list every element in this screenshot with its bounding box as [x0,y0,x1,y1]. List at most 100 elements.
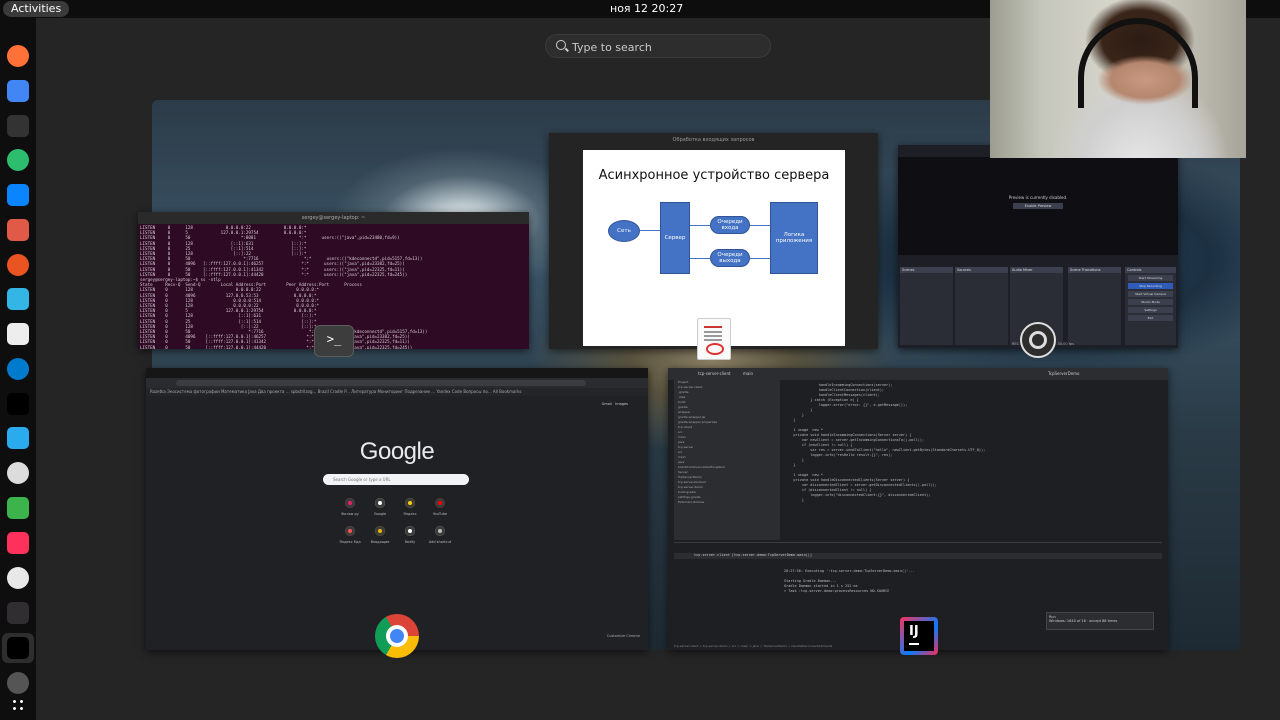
chrome-shortcut[interactable]: YouTube [428,498,452,516]
obs-icon[interactable] [7,602,29,624]
intellij-app-icon[interactable]: IJ [900,617,938,655]
chrome-header-links[interactable]: Gmail Images [602,402,628,406]
customize-chrome-button[interactable]: Customize Chrome [607,634,640,638]
activities-button[interactable]: Activities [3,1,70,17]
intellij-active-icon[interactable] [7,637,29,659]
remote-desktop-icon[interactable] [7,497,29,519]
google-search-box[interactable]: Search Google or type a URL [323,474,469,485]
obs-control-button[interactable]: Start Virtual Camera [1128,291,1173,297]
trash-icon[interactable] [7,672,29,694]
obs-panel-sources[interactable]: Sources [955,267,1008,345]
obs-panel-title: Scene Transitions [1070,268,1101,272]
document-viewer-icon[interactable] [7,567,29,589]
ide-notification[interactable]: Run Windows: 1640 of 16 · accept 88 time… [1046,612,1154,630]
terminal-icon[interactable] [7,115,29,137]
overview-search[interactable] [545,34,771,58]
files-icon[interactable] [7,219,29,241]
shortcut-label: Яндекс Еда [339,540,361,544]
chrome-window[interactable]: Rozetka Экосистема фотографии Математика… [146,368,648,650]
vscode-icon[interactable] [7,358,29,380]
chrome-shortcut[interactable]: Входящие [368,526,392,544]
tree-item[interactable]: External Libraries [678,500,780,505]
chrome-app-icon[interactable] [375,614,419,658]
document-viewer-icon[interactable] [697,318,731,360]
system-monitor-icon[interactable] [7,288,29,310]
intellij-window[interactable]: tcp-server-client main TcpServerDemo Pro… [668,368,1168,650]
app-center-icon[interactable] [7,254,29,276]
webcam-overlay [990,0,1246,158]
terminal-app-icon[interactable]: >_ [314,325,354,357]
chrome-tab-strip[interactable] [146,368,648,378]
chrome-shortcut[interactable]: Notify [398,526,422,544]
thunderbird-icon[interactable] [7,184,29,206]
chrome-icon[interactable] [7,80,29,102]
presentation-window[interactable]: Обработка входящих запросов Асинхронное … [549,133,878,349]
obs-control-button[interactable]: Exit [1128,315,1173,321]
shortcut-icon [435,526,445,536]
chrome-shortcut[interactable]: Add shortcut [428,526,452,544]
google-logo: Google [359,438,435,465]
slide-title: Асинхронное устройство сервера [598,168,830,183]
connector [690,258,710,259]
code-line[interactable]: } [785,498,1159,503]
dock [0,18,36,720]
shortcut-icon [375,498,385,508]
images-link[interactable]: Images [615,402,628,406]
obs-control-button[interactable]: Stop Recording [1128,283,1173,289]
app-grid-icon[interactable] [11,698,25,712]
output-queue-node: Очереди выхода [710,249,750,267]
shortcut-icon [405,498,415,508]
network-node: Сеть [608,220,640,242]
project-tree[interactable]: Project tcp-server-client .gradle .idea buil… [674,380,780,540]
shortcut-label: Add shortcut [428,540,452,544]
run-tab[interactable]: tcp-server-client [tcp-server-demo:TcpSe… [674,553,1162,559]
ide-project-name[interactable]: tcp-server-client [698,371,731,376]
obs-panel-title: Controls [1127,268,1142,272]
chrome-address-bar[interactable] [146,378,648,388]
intellij-icon[interactable] [7,393,29,415]
chrome-bookmarks-bar[interactable]: Rozetka Экосистема фотографии Математика… [146,388,648,396]
obs-panel-title: Audio Mixer [1012,268,1033,272]
ide-toolbar[interactable]: tcp-server-client main TcpServerDemo [668,368,1168,380]
shortcut-icon [345,498,355,508]
gmail-link[interactable]: Gmail [602,402,612,406]
obs-control-button[interactable]: Settings [1128,307,1173,313]
terminal-title: sergey@sergey-laptop: ~ [138,212,529,224]
obs-panel-controls[interactable]: Controls Start Streaming Stop Recording Sta… [1125,267,1176,345]
chrome-shortcut[interactable]: Фильм ру [338,498,362,516]
code-editor[interactable]: handleIncommingConnections(server); hand… [782,380,1162,540]
obs-control-button[interactable]: Start Streaming [1128,275,1173,281]
telegram-icon[interactable] [7,427,29,449]
ide-branch[interactable]: main [743,371,753,376]
notification-text: Windows: 1640 of 16 · accept 88 times [1049,619,1118,623]
shortcut-label: Notify [404,540,416,544]
obs-control-button[interactable]: Studio Mode [1128,299,1173,305]
shortcut-label: Фильм ру [341,512,359,516]
chrome-shortcut[interactable]: Яндекс Еда [338,526,362,544]
obs-panel-title: Sources [957,268,971,272]
ide-status-bar: tcp-server-client > tcp-server-demo > sr… [674,644,833,648]
obs-enable-preview-button[interactable]: Enable Preview [1013,203,1063,209]
firefox-icon[interactable] [7,45,29,67]
app-logic-node: Логика приложения [770,202,818,274]
inkscape-icon[interactable] [7,462,29,484]
text-editor-icon[interactable] [7,323,29,345]
obs-window[interactable]: Preview is currently disabled. Enable Pr… [898,145,1178,348]
obs-preview-text: Preview is currently disabled. [1008,195,1068,200]
chrome-shortcut[interactable]: Google [368,498,392,516]
ide-run-config[interactable]: TcpServerDemo [1048,371,1080,376]
connector [690,225,710,226]
headset [1078,18,1198,108]
obs-panel-title: Scenes [902,268,915,272]
intellij-community-icon[interactable] [7,532,29,554]
obs-panel-scene-transitions[interactable]: Scene Transitions [1068,267,1121,345]
search-input[interactable] [570,38,764,56]
obs-app-icon[interactable] [1020,322,1056,358]
chrome-shortcut[interactable]: Яндекс [398,498,422,516]
connector [750,258,770,259]
clock[interactable]: ноя 12 20:27 [610,2,683,15]
xmind-icon[interactable] [7,149,29,171]
run-output-line: > Task :tcp-server-demo:processResources… [784,589,890,593]
search-icon [556,40,566,50]
obs-panel-scenes[interactable]: Scenes [900,267,953,345]
